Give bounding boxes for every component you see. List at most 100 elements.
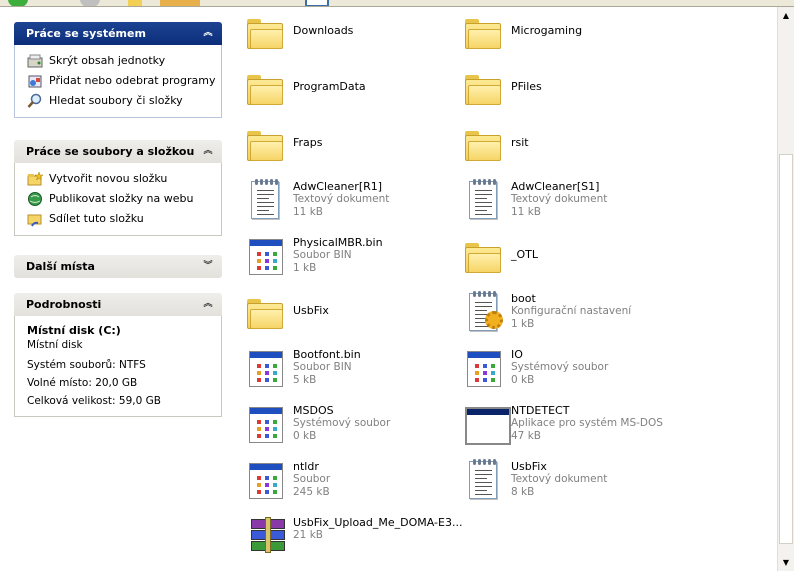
scrollbar-thumb[interactable] (779, 154, 793, 544)
task-search-files[interactable]: Hledat soubory či složky (27, 91, 221, 111)
file-type: Systémový soubor (511, 361, 609, 373)
file-text: IO Systémový soubor 0 kB (511, 347, 608, 387)
file-item[interactable]: MSDOS Systémový soubor 0 kB (245, 403, 455, 451)
file-size: 8 kB (511, 486, 535, 498)
panel-details-header[interactable]: Podrobnosti ︽ (14, 293, 222, 316)
text-document-icon (463, 459, 503, 503)
file-name: IO (511, 348, 523, 361)
scroll-down-arrow-icon[interactable]: ▼ (778, 554, 794, 571)
file-item[interactable]: Bootfont.bin Soubor BIN 5 kB (245, 347, 455, 395)
file-type: Soubor BIN (293, 361, 352, 373)
detail-total-size: Celková velikost: 59,0 GB (27, 395, 161, 407)
file-item[interactable]: AdwCleaner[R1] Textový dokument 11 kB (245, 179, 455, 227)
file-size: 0 kB (293, 430, 317, 442)
file-size: 1 kB (511, 318, 535, 330)
folder-icon (245, 11, 285, 55)
scroll-up-arrow-icon[interactable]: ▲ (778, 7, 794, 24)
file-item[interactable]: ntldr Soubor 245 kB (245, 459, 455, 507)
file-size: 5 kB (293, 374, 317, 386)
panel-title: Práce se soubory a složkou (26, 145, 195, 158)
file-item[interactable]: PFiles (463, 67, 673, 115)
detail-filesystem: Systém souborů: NTFS (27, 359, 146, 371)
file-text: rsit (511, 123, 529, 149)
file-type: Systémový soubor (293, 417, 391, 429)
file-item[interactable]: boot Konfigurační nastavení 1 kB (463, 291, 673, 339)
file-item[interactable]: Microgaming (463, 11, 673, 59)
new-folder-icon (27, 171, 44, 187)
panel-details: Podrobnosti ︽ Místní disk (C:) Místní di… (14, 293, 222, 417)
panel-system-tasks-header[interactable]: Práce se systémem ︽ (14, 22, 222, 45)
collapse-icon[interactable]: ︽ (202, 145, 214, 157)
detail-drive-type: Místní disk (27, 339, 83, 351)
panel-title: Další místa (26, 260, 95, 273)
collapse-icon[interactable]: ︽ (202, 27, 214, 39)
file-text: AdwCleaner[R1] Textový dokument 11 kB (293, 179, 389, 219)
file-name: Fraps (293, 136, 323, 149)
task-new-folder[interactable]: Vytvořit novou složku (27, 169, 221, 189)
folder-icon (463, 235, 503, 279)
file-list: Downloads Microgaming ProgramData PFiles Fra… (237, 7, 777, 571)
panel-other-places-header[interactable]: Další místa ︾ (14, 255, 222, 278)
file-name: ProgramData (293, 80, 366, 93)
task-label: Hledat soubory či složky (49, 94, 183, 107)
file-type: Textový dokument (293, 193, 390, 205)
add-remove-programs-icon (27, 73, 43, 89)
task-pane: Práce se systémem ︽ Skrýt obsah jednotky… (0, 7, 237, 571)
msdos-application-icon (463, 403, 511, 447)
file-text: UsbFix (293, 291, 329, 317)
task-share-folder[interactable]: Sdílet tuto složku (27, 209, 221, 229)
forward-icon[interactable] (80, 0, 100, 6)
file-item[interactable]: UsbFix_Upload_Me_DOMA-E3... 21 kB (245, 515, 462, 563)
file-text: Downloads (293, 11, 353, 37)
file-item[interactable]: UsbFix (245, 291, 455, 339)
collapse-icon[interactable]: ︽ (202, 298, 214, 310)
file-item[interactable]: _OTL (463, 235, 673, 283)
file-name: UsbFix (293, 304, 329, 317)
back-icon[interactable] (8, 0, 28, 6)
file-item[interactable]: Downloads (245, 11, 455, 59)
hide-drive-icon (27, 53, 43, 69)
file-item[interactable]: IO Systémový soubor 0 kB (463, 347, 673, 395)
file-item[interactable]: PhysicalMBR.bin Soubor BIN 1 kB (245, 235, 455, 283)
search-toolbar-icon[interactable] (160, 0, 200, 6)
task-add-remove-programs[interactable]: Přidat nebo odebrat programy (27, 71, 221, 91)
up-folder-icon[interactable] (128, 0, 142, 6)
task-label: Přidat nebo odebrat programy (49, 74, 216, 87)
file-text: AdwCleaner[S1] Textový dokument 11 kB (511, 179, 607, 219)
panel-system-tasks: Práce se systémem ︽ Skrýt obsah jednotky… (14, 22, 222, 118)
publish-web-icon (27, 191, 43, 207)
task-hide-drive-contents[interactable]: Skrýt obsah jednotky (27, 51, 221, 71)
vertical-scrollbar[interactable]: ▲ ▼ (777, 7, 794, 571)
file-text: ntldr Soubor 245 kB (293, 459, 330, 499)
file-item[interactable]: UsbFix Textový dokument 8 kB (463, 459, 673, 507)
file-size: 245 kB (293, 486, 330, 498)
file-item[interactable]: rsit (463, 123, 673, 171)
expand-icon[interactable]: ︾ (202, 260, 214, 272)
file-item[interactable]: Fraps (245, 123, 455, 171)
file-text: PFiles (511, 67, 542, 93)
panel-details-body: Místní disk (C:) Místní disk Systém soub… (14, 316, 222, 417)
rar-archive-icon (245, 515, 285, 559)
search-icon (27, 93, 43, 109)
views-icon[interactable] (305, 0, 329, 6)
file-item[interactable]: ProgramData (245, 67, 455, 115)
file-text: PhysicalMBR.bin Soubor BIN 1 kB (293, 235, 383, 275)
task-publish-web[interactable]: Publikovat složky na webu (27, 189, 221, 209)
file-name: ntldr (293, 460, 319, 473)
file-name: UsbFix (511, 460, 547, 473)
panel-other-places: Další místa ︾ (14, 255, 222, 278)
task-label: Skrýt obsah jednotky (49, 54, 166, 67)
file-name: boot (511, 292, 536, 305)
folder-icon (245, 123, 285, 167)
panel-file-tasks-header[interactable]: Práce se soubory a složkou ︽ (14, 140, 222, 163)
file-size: 0 kB (511, 374, 535, 386)
panel-file-tasks: Práce se soubory a složkou ︽ Vytvořit no… (14, 140, 222, 236)
text-document-icon (463, 179, 503, 223)
file-item[interactable]: AdwCleaner[S1] Textový dokument 11 kB (463, 179, 673, 227)
file-text: Microgaming (511, 11, 582, 37)
file-name: rsit (511, 136, 529, 149)
file-type: Aplikace pro systém MS-DOS (511, 417, 663, 429)
system-file-icon (245, 235, 285, 279)
folder-icon (245, 67, 285, 111)
file-item[interactable]: NTDETECT Aplikace pro systém MS-DOS 47 kB (463, 403, 673, 451)
